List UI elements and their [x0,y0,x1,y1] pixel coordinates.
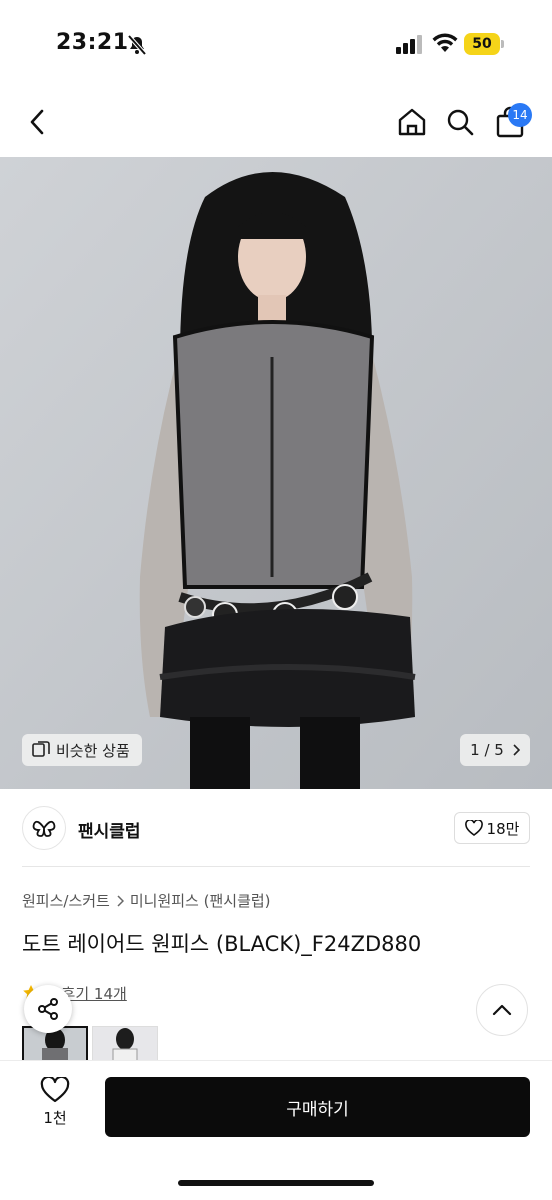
wishlist-button[interactable]: 1천 [24,1077,86,1139]
scroll-to-top-button[interactable] [476,984,528,1036]
brand-logo[interactable] [22,806,66,850]
breadcrumb-subcategory[interactable]: 미니원피스 (팬시클럽) [130,890,271,911]
search-icon [447,109,474,136]
search-button[interactable] [440,102,480,142]
cart-count-badge: 14 [508,103,532,127]
battery-level: 50 [472,36,492,52]
nav-bar [0,92,552,156]
brand-logo-mark [32,820,56,837]
similar-products-label: 비슷한 상품 [56,741,130,760]
breadcrumb-category[interactable]: 원피스/스커트 [22,890,110,911]
brand-row[interactable]: 팬시클럽 18만 [22,806,530,850]
brand-like-count: 18만 [486,819,520,838]
buy-button[interactable]: 구매하기 [105,1077,530,1137]
review-count-link[interactable]: 후기 14개 [62,983,127,1004]
heart-icon [40,1077,70,1103]
home-button[interactable] [392,102,432,142]
brand-like-button[interactable]: 18만 [454,812,530,844]
battery-tip [501,40,504,48]
page-indicator-text: 1 / 5 [470,741,504,759]
signal-icon [396,35,422,54]
share-icon [38,998,58,1020]
divider [22,866,530,867]
chevron-right-icon [513,744,520,756]
thumbnail-1-image [24,1028,86,1064]
chevron-up-icon [492,1004,512,1016]
home-indicator [178,1180,374,1186]
chevron-right-icon [117,894,124,907]
gallery-page-indicator[interactable]: 1 / 5 [460,734,530,766]
product-image[interactable] [0,157,552,789]
product-photo [0,157,552,789]
share-button[interactable] [24,985,72,1033]
wishlist-count: 1천 [43,1109,67,1127]
breadcrumb: 원피스/스커트 미니원피스 (팬시클럽) [22,890,271,911]
back-icon [30,109,44,135]
similar-products-button[interactable]: 비슷한 상품 [22,734,142,766]
bottom-action-bar: 1천 구매하기 [0,1060,552,1200]
battery-icon: 50 [464,33,504,55]
status-time: 23:21 [56,30,129,55]
back-button[interactable] [18,102,58,142]
product-title: 도트 레이어드 원피스 (BLACK)_F24ZD880 [22,932,422,956]
wifi-icon [432,33,458,52]
similar-icon [32,741,50,757]
brand-name[interactable]: 팬시클럽 [78,817,141,842]
heart-icon [464,820,483,836]
status-bar: 23:21 50 [0,0,552,92]
bell-off-icon [127,34,147,56]
home-icon [398,108,426,136]
